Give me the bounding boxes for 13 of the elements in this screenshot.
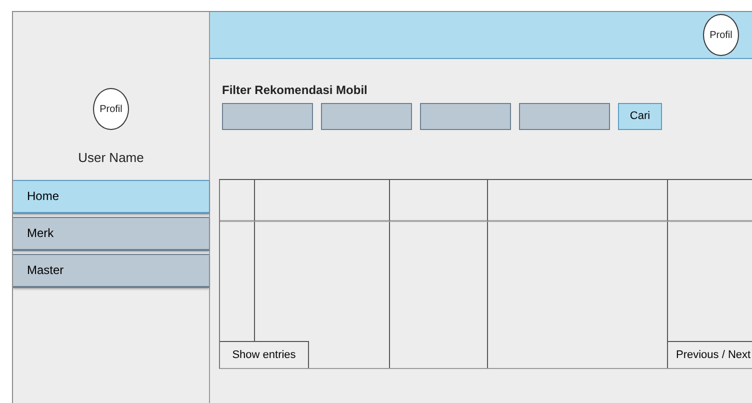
menu-item[interactable]: Master (13, 254, 209, 288)
filter-field[interactable] (420, 103, 511, 130)
filter-field[interactable] (321, 103, 412, 130)
filter-title: Filter Rekomendasi Mobil (222, 82, 368, 99)
filter-field[interactable] (519, 103, 610, 130)
menu-item[interactable]: Merk (13, 216, 209, 250)
profile-avatar[interactable]: Profil (703, 14, 739, 56)
filter-field[interactable] (222, 103, 313, 130)
show-entries-button[interactable]: Show entries (220, 341, 309, 368)
menu-item[interactable]: Home (13, 180, 209, 214)
search-button[interactable]: Cari (618, 103, 662, 130)
user-name: User Name (77, 149, 145, 167)
profile-avatar[interactable]: Profil (93, 88, 129, 130)
